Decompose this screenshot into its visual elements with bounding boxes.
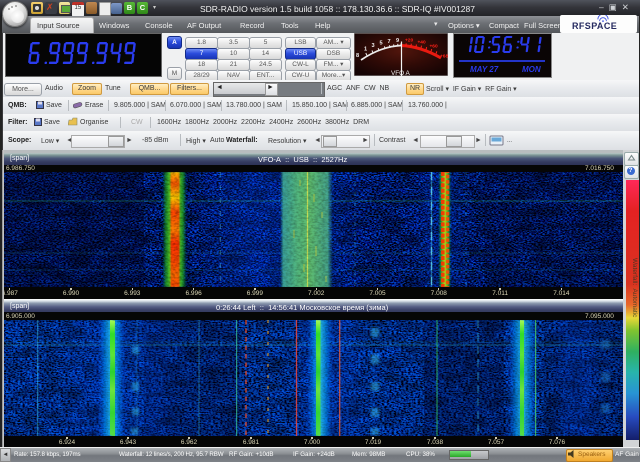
svg-text:1: 1 bbox=[364, 47, 367, 53]
svg-text:7: 7 bbox=[388, 39, 391, 45]
svg-text:+20: +20 bbox=[405, 38, 413, 44]
svg-text:VFO A: VFO A bbox=[391, 70, 411, 76]
svg-text:+60: +60 bbox=[430, 44, 438, 50]
svg-text:5: 5 bbox=[380, 41, 383, 47]
svg-text:+68: +68 bbox=[440, 54, 448, 60]
svg-text:+40: +40 bbox=[418, 40, 426, 46]
svg-text:8: 8 bbox=[356, 53, 359, 59]
svg-text:3: 3 bbox=[372, 43, 375, 49]
svg-text:9: 9 bbox=[396, 38, 399, 44]
